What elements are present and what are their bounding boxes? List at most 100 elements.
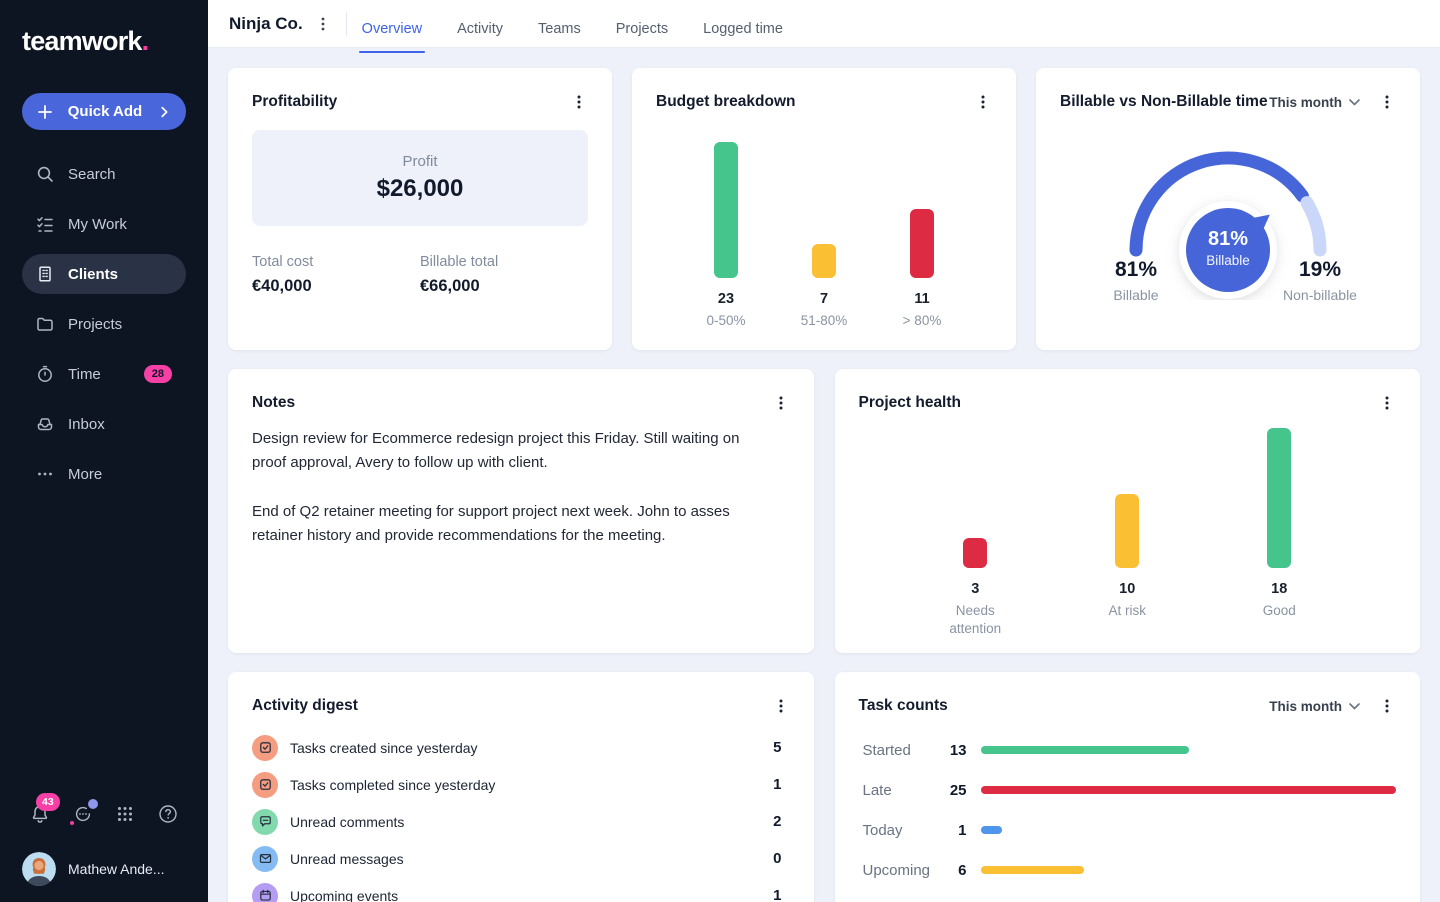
- note-paragraph: Design review for Ecommerce redesign pro…: [252, 427, 770, 476]
- budget-bar-chart: 23 7 11 0-50% 51-80% > 80%: [656, 128, 992, 330]
- page-header: Ninja Co. Overview Activity Teams Projec…: [208, 0, 1440, 48]
- digest-row-tasks-completed[interactable]: Tasks completed since yesterday 1: [252, 766, 790, 803]
- total-cost-value: €40,000: [252, 277, 420, 296]
- digest-value: 0: [773, 850, 789, 867]
- stopwatch-icon: [36, 365, 54, 383]
- kebab-menu-icon[interactable]: [772, 696, 790, 716]
- tab-activity[interactable]: Activity: [457, 5, 503, 53]
- profit-value: $26,000: [377, 175, 464, 203]
- sidebar-item-label: Time: [68, 366, 101, 383]
- quick-add-button[interactable]: Quick Add: [22, 93, 186, 130]
- profit-summary: Profit $26,000: [252, 130, 588, 226]
- grid-icon: [116, 805, 134, 823]
- checklist-icon: [36, 215, 54, 233]
- page-title: Ninja Co.: [229, 14, 303, 34]
- plus-icon: [37, 104, 53, 120]
- digest-row-unread-messages[interactable]: Unread messages 0: [252, 840, 790, 877]
- sidebar-item-label: Projects: [68, 316, 122, 333]
- apps-grid-button[interactable]: [113, 802, 137, 826]
- billable-label: Billable: [1081, 287, 1191, 303]
- tab-projects[interactable]: Projects: [616, 5, 668, 53]
- sidebar-item-label: Inbox: [68, 416, 105, 433]
- digest-row-upcoming-events[interactable]: Upcoming events 1: [252, 877, 790, 902]
- non-billable-stat: 19% Non-billable: [1265, 258, 1375, 303]
- card-title: Profitability: [252, 93, 337, 111]
- task-label: Upcoming: [863, 862, 943, 879]
- kebab-menu-icon[interactable]: [1378, 92, 1396, 112]
- chevron-down-icon: [1349, 703, 1360, 710]
- task-counts-card: Task counts This month Started 13: [835, 672, 1421, 902]
- digest-row-tasks-created[interactable]: Tasks created since yesterday 5: [252, 729, 790, 766]
- notifications-badge: 43: [36, 793, 60, 811]
- digest-row-unread-comments[interactable]: Unread comments 2: [252, 803, 790, 840]
- help-button[interactable]: [156, 802, 180, 826]
- sidebar-item-time[interactable]: Time 28: [22, 354, 186, 394]
- kebab-menu-icon[interactable]: [974, 92, 992, 112]
- billable-time-card: Billable vs Non-Billable time This month: [1036, 68, 1420, 350]
- billable-stat: 81% Billable: [1081, 258, 1191, 303]
- bar-category: Good: [1219, 602, 1339, 638]
- tab-teams[interactable]: Teams: [538, 5, 581, 53]
- tab-logged-time[interactable]: Logged time: [703, 5, 783, 53]
- billable-total-value: €66,000: [420, 277, 588, 296]
- sidebar: teamwork. Quick Add Search My Work Clien…: [0, 0, 208, 902]
- event-icon: [252, 883, 278, 902]
- bar-value: 18: [1219, 581, 1339, 597]
- digest-label: Tasks created since yesterday: [290, 740, 478, 756]
- bar-value: 23: [678, 291, 774, 307]
- bar-value: 3: [915, 581, 1035, 597]
- task-value: 13: [943, 742, 981, 759]
- task-bar-late: [981, 786, 1397, 794]
- period-dropdown[interactable]: This month: [1269, 95, 1360, 110]
- activity-digest-card: Activity digest Tasks created since yest…: [228, 672, 814, 902]
- kebab-menu-icon[interactable]: [570, 92, 588, 112]
- billable-percent: 81%: [1081, 258, 1191, 282]
- bar-value: 11: [874, 291, 970, 307]
- card-title: Notes: [252, 394, 295, 412]
- bar-value: 7: [776, 291, 872, 307]
- digest-label: Unread messages: [290, 851, 404, 867]
- help-icon: [158, 804, 178, 824]
- card-title: Billable vs Non-Billable time: [1060, 93, 1268, 111]
- task-label: Late: [863, 782, 943, 799]
- note-paragraph: End of Q2 retainer meeting for support p…: [252, 500, 770, 549]
- main-area: Ninja Co. Overview Activity Teams Projec…: [208, 0, 1440, 902]
- task-created-icon: [252, 735, 278, 761]
- sidebar-item-search[interactable]: Search: [22, 154, 186, 194]
- task-counts-chart: Started 13 Late 25 Today 1: [859, 730, 1397, 890]
- chevron-right-icon: [157, 105, 171, 119]
- kebab-menu-icon[interactable]: [1378, 696, 1396, 716]
- gauge-center-caption: Billable: [1183, 253, 1273, 268]
- tab-overview[interactable]: Overview: [362, 5, 422, 53]
- chevron-down-icon: [1349, 99, 1360, 106]
- title-kebab-menu[interactable]: [316, 16, 330, 32]
- gauge-center-value: 81%: [1183, 228, 1273, 251]
- budget-breakdown-card: Budget breakdown 23 7 11 0-50% 51-80% > …: [632, 68, 1016, 350]
- sidebar-footer: 43 Mathew Ande...: [0, 802, 208, 902]
- sidebar-item-inbox[interactable]: Inbox: [22, 404, 186, 444]
- digest-value: 1: [773, 776, 789, 793]
- bar-0-50: [714, 142, 738, 278]
- sidebar-item-clients[interactable]: Clients: [22, 254, 186, 294]
- project-health-bar-chart: 3 10 18 Needs attention At risk Good: [859, 418, 1397, 638]
- sidebar-item-more[interactable]: More: [22, 454, 186, 494]
- period-dropdown[interactable]: This month: [1269, 699, 1360, 714]
- sidebar-nav: Search My Work Clients Projects Time 28 …: [0, 154, 208, 504]
- profit-label: Profit: [402, 153, 437, 170]
- notes-body: Design review for Ecommerce redesign pro…: [252, 427, 790, 548]
- sidebar-item-projects[interactable]: Projects: [22, 304, 186, 344]
- billable-total-label: Billable total: [420, 254, 588, 270]
- messenger-button[interactable]: [71, 802, 95, 826]
- kebab-menu-icon[interactable]: [1378, 393, 1396, 413]
- sidebar-item-my-work[interactable]: My Work: [22, 204, 186, 244]
- building-icon: [36, 265, 54, 283]
- notifications-button[interactable]: 43: [28, 802, 52, 826]
- quick-add-label: Quick Add: [53, 103, 157, 120]
- logo-dot: .: [142, 26, 149, 56]
- inbox-icon: [36, 415, 54, 433]
- bar-over-80: [910, 209, 934, 278]
- card-title: Activity digest: [252, 697, 358, 715]
- user-profile[interactable]: Mathew Ande...: [20, 852, 188, 886]
- sidebar-item-label: Clients: [68, 266, 118, 283]
- kebab-menu-icon[interactable]: [772, 393, 790, 413]
